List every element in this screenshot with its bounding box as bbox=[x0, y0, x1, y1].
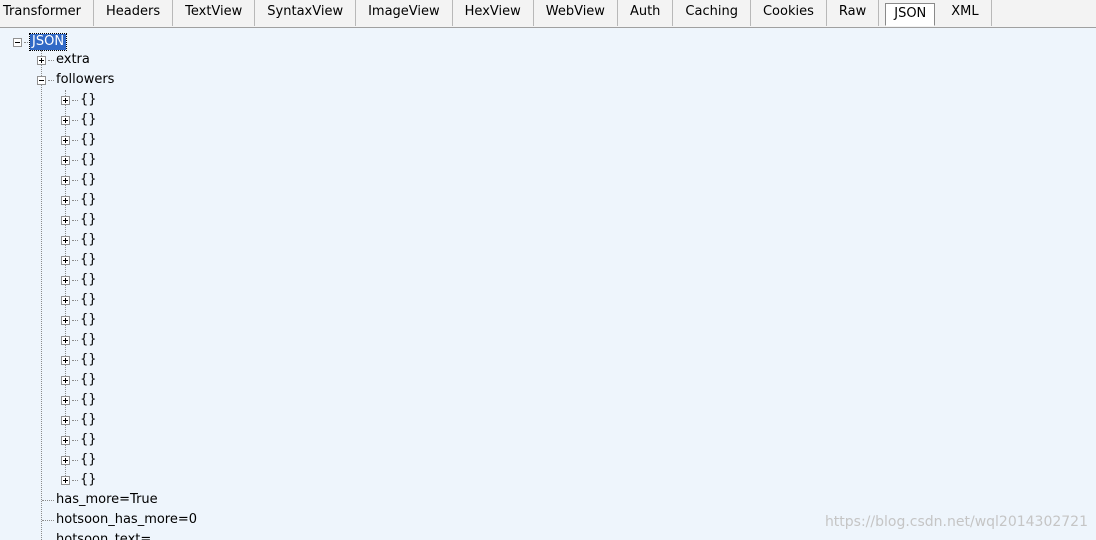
tree-node-follower-label[interactable]: {} bbox=[80, 250, 97, 270]
expand-icon[interactable] bbox=[61, 376, 70, 385]
tab-syntaxview[interactable]: SyntaxView bbox=[255, 0, 357, 26]
expand-icon[interactable] bbox=[61, 216, 70, 225]
tree-node-root-label[interactable]: JSON bbox=[28, 33, 68, 51]
tab-json[interactable]: JSON bbox=[885, 3, 936, 26]
tab-cookies[interactable]: Cookies bbox=[751, 0, 827, 26]
tree-leaf-label[interactable]: hotsoon_has_more=0 bbox=[56, 510, 197, 530]
tree-connector bbox=[72, 380, 78, 381]
tree-node-follower-label[interactable]: {} bbox=[80, 150, 97, 170]
tab-bar: Transformer Headers TextView SyntaxView Imag… bbox=[0, 0, 1096, 28]
expand-icon[interactable] bbox=[61, 456, 70, 465]
tab-textview[interactable]: TextView bbox=[173, 0, 256, 26]
tree-node-follower-label[interactable]: {} bbox=[80, 470, 97, 490]
expand-icon[interactable] bbox=[61, 116, 70, 125]
expand-icon[interactable] bbox=[61, 316, 70, 325]
tree-node-follower-label[interactable]: {} bbox=[80, 270, 97, 290]
tree-connector bbox=[72, 280, 78, 281]
tree-connector bbox=[72, 220, 78, 221]
tree-node-follower-label[interactable]: {} bbox=[80, 390, 97, 410]
expand-icon[interactable] bbox=[61, 396, 70, 405]
expand-icon[interactable] bbox=[61, 236, 70, 245]
tree-connector bbox=[42, 500, 54, 501]
tab-headers[interactable]: Headers bbox=[94, 0, 174, 26]
watermark: https://blog.csdn.net/wql2014302721 bbox=[824, 514, 1088, 530]
expand-icon[interactable] bbox=[61, 356, 70, 365]
tree-connector bbox=[72, 440, 78, 441]
expand-icon[interactable] bbox=[61, 256, 70, 265]
tab-imageview[interactable]: ImageView bbox=[356, 0, 453, 26]
tree-node-follower-label[interactable]: {} bbox=[80, 130, 97, 150]
tree-node-follower-label[interactable]: {} bbox=[80, 410, 97, 430]
tree-connector bbox=[48, 60, 54, 61]
tree-node-follower-label[interactable]: {} bbox=[80, 290, 97, 310]
tree-node-extra-label[interactable]: extra bbox=[56, 50, 90, 70]
expand-icon[interactable] bbox=[61, 136, 70, 145]
tree-connector bbox=[72, 400, 78, 401]
tree-node-follower-label[interactable]: {} bbox=[80, 110, 97, 130]
tree-connector bbox=[72, 120, 78, 121]
collapse-icon[interactable] bbox=[37, 76, 46, 85]
expand-icon[interactable] bbox=[61, 436, 70, 445]
tree-connector bbox=[72, 360, 78, 361]
tree-connector bbox=[72, 260, 78, 261]
expand-icon[interactable] bbox=[61, 96, 70, 105]
tree-connector bbox=[72, 420, 78, 421]
tab-webview[interactable]: WebView bbox=[534, 0, 618, 26]
tree-connector bbox=[72, 160, 78, 161]
tab-caching[interactable]: Caching bbox=[673, 0, 751, 26]
collapse-icon[interactable] bbox=[13, 38, 22, 47]
tree-connector bbox=[72, 340, 78, 341]
tree-node-follower-label[interactable]: {} bbox=[80, 210, 97, 230]
tree-node-follower-label[interactable]: {} bbox=[80, 350, 97, 370]
tab-hexview[interactable]: HexView bbox=[453, 0, 534, 26]
tree-connector bbox=[72, 200, 78, 201]
tree-node-follower-label[interactable]: {} bbox=[80, 90, 97, 110]
tree-node-follower-label[interactable]: {} bbox=[80, 330, 97, 350]
expand-icon[interactable] bbox=[61, 156, 70, 165]
expand-icon[interactable] bbox=[37, 56, 46, 65]
tab-raw[interactable]: Raw bbox=[827, 0, 880, 26]
tree-connector bbox=[72, 180, 78, 181]
tab-xml[interactable]: XML bbox=[939, 0, 992, 26]
tree-node-follower-label[interactable]: {} bbox=[80, 190, 97, 210]
tree-leaf-label[interactable]: hotsoon_text= bbox=[56, 530, 151, 540]
tree-node-follower-label[interactable]: {} bbox=[80, 310, 97, 330]
expand-icon[interactable] bbox=[61, 276, 70, 285]
tab-transformer[interactable]: Transformer bbox=[0, 0, 95, 26]
expand-icon[interactable] bbox=[61, 176, 70, 185]
tree-connector bbox=[72, 480, 78, 481]
tree-node-follower-label[interactable]: {} bbox=[80, 170, 97, 190]
json-tree: JSON extra followers {}{}{}{}{}{}{}{}{}{… bbox=[0, 30, 1096, 540]
expand-icon[interactable] bbox=[61, 336, 70, 345]
tab-auth[interactable]: Auth bbox=[618, 0, 674, 26]
tree-connector bbox=[72, 100, 78, 101]
tree-node-followers-label[interactable]: followers bbox=[56, 70, 114, 90]
tree-connector bbox=[72, 320, 78, 321]
tree-node-follower-label[interactable]: {} bbox=[80, 450, 97, 470]
tree-connector bbox=[72, 460, 78, 461]
tree-node-follower-label[interactable]: {} bbox=[80, 430, 97, 450]
tree-connector bbox=[42, 520, 54, 521]
expand-icon[interactable] bbox=[61, 296, 70, 305]
tree-connector bbox=[72, 140, 78, 141]
tree-node-follower-label[interactable]: {} bbox=[80, 230, 97, 250]
tree-connector bbox=[48, 80, 54, 81]
tree-connector bbox=[72, 240, 78, 241]
tree-node-follower-label[interactable]: {} bbox=[80, 370, 97, 390]
tree-connector bbox=[72, 300, 78, 301]
expand-icon[interactable] bbox=[61, 196, 70, 205]
tree-leaf-label[interactable]: has_more=True bbox=[56, 490, 158, 510]
expand-icon[interactable] bbox=[61, 416, 70, 425]
expand-icon[interactable] bbox=[61, 476, 70, 485]
tree-connector bbox=[41, 50, 42, 540]
